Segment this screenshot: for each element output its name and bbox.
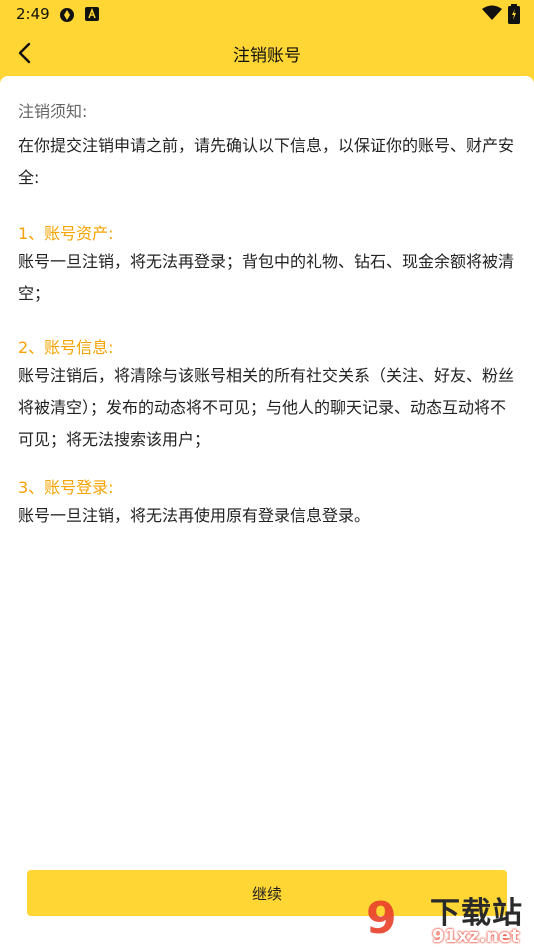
a-notification-icon [84,6,100,26]
status-time: 2:49 [16,5,50,23]
wifi-icon [482,5,502,25]
section-body-assets: 账号一旦注销，将无法再登录；背包中的礼物、钻石、现金余额将被清空； [18,252,515,303]
content-card: 注销须知: 在你提交注销申请之前，请先确认以下信息，以保证你的账号、财产安全: … [0,76,534,950]
section-title-assets: 1、账号资产: [18,224,114,243]
section-body-info: 账号注销后，将清除与该账号相关的所有社交关系（关注、好友、粉丝将被清空）；发布的… [18,366,515,449]
site-watermark: 9 下载站 91xz.net [366,886,534,950]
battery-icon [508,4,520,28]
watermark-url: 91xz.net [432,926,520,947]
section-title-info: 2、账号信息: [18,338,114,357]
section-title-login: 3、账号登录: [18,478,114,497]
notice-title: 注销须知: [18,102,88,121]
app-notification-icon [58,6,76,28]
app-header: 注销账号 [0,28,534,76]
section-body-login: 账号一旦注销，将无法再使用原有登录信息登录。 [18,506,371,525]
watermark-logo: 9 [366,893,397,944]
status-bar: 2:49 [0,0,534,28]
page-title: 注销账号 [233,46,301,66]
notice-intro: 在你提交注销申请之前，请先确认以下信息，以保证你的账号、财产安全: [18,136,515,187]
notice-content: 注销须知: 在你提交注销申请之前，请先确认以下信息，以保证你的账号、财产安全: … [18,100,518,532]
